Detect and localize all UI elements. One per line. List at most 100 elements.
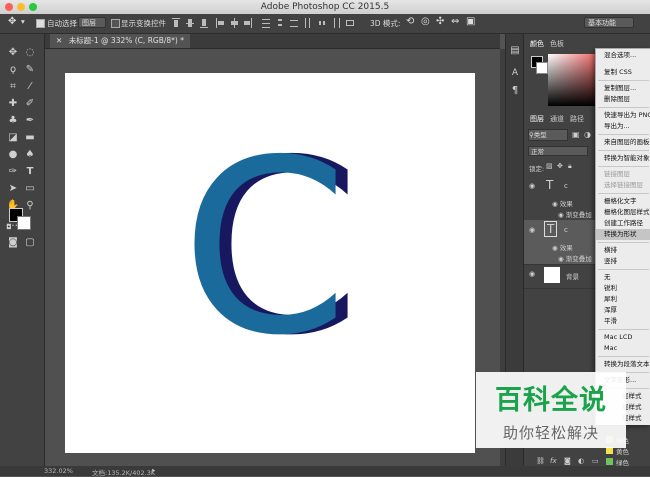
distribute-vcenter-icon[interactable]	[276, 18, 284, 28]
lasso-tool-icon[interactable]: ϙ	[6, 63, 20, 77]
tool-preset-chevron-icon[interactable]: ▾	[21, 17, 25, 26]
menu-item-convert-paragraph-text[interactable]: 转换为段落文本	[596, 359, 650, 370]
eyedropper-tool-icon[interactable]: ⁄	[23, 80, 37, 94]
menu-item-blending-options[interactable]: 混合选项...	[596, 50, 650, 61]
align-top-icon[interactable]	[172, 18, 180, 28]
align-right-icon[interactable]	[244, 18, 252, 28]
history-panel-icon[interactable]: ▤	[508, 44, 522, 58]
distribute-top-icon[interactable]	[262, 18, 270, 28]
menu-item-aa-none[interactable]: 无	[596, 272, 650, 283]
menu-item-create-work-path[interactable]: 创建工作路径	[596, 218, 650, 229]
distribute-bottom-icon[interactable]	[290, 18, 298, 28]
auto-align-icon[interactable]	[346, 18, 354, 28]
menu-item-aa-crisp[interactable]: 犀利	[596, 294, 650, 305]
clone-stamp-tool-icon[interactable]: ♣	[6, 114, 20, 128]
zoom-tool-icon[interactable]: ⚲	[23, 199, 37, 213]
menu-item-aa-smooth[interactable]: 平滑	[596, 316, 650, 327]
quick-select-tool-icon[interactable]: ✎	[23, 63, 37, 77]
healing-brush-tool-icon[interactable]: ✚	[6, 97, 20, 111]
paths-tab[interactable]: 路径	[570, 114, 584, 124]
visibility-eye-icon[interactable]: ◉	[529, 226, 535, 234]
eraser-tool-icon[interactable]: ◪	[6, 131, 20, 145]
menu-item-export-as[interactable]: 导出为...	[596, 121, 650, 132]
menu-item-copy-css[interactable]: 复制 CSS	[596, 67, 650, 78]
swatch-yellow[interactable]	[606, 447, 613, 454]
3d-roll-icon[interactable]: ◎	[421, 16, 430, 27]
menu-item-mac[interactable]: Mac	[596, 343, 650, 354]
menu-item-horizontal[interactable]: 横排	[596, 245, 650, 256]
3d-slide-icon[interactable]: ⇔	[451, 16, 459, 27]
rectangle-tool-icon[interactable]: ▭	[23, 182, 37, 196]
align-hcenter-icon[interactable]	[230, 18, 238, 28]
visibility-eye-icon[interactable]: ◉	[529, 270, 535, 278]
menu-item-vertical[interactable]: 竖排	[596, 256, 650, 267]
menu-item-artboard-from-layers[interactable]: 来自图层的画板...	[596, 137, 650, 148]
layer-effect-gradient[interactable]: ◉ 渐变叠加	[558, 253, 592, 263]
align-bottom-icon[interactable]	[200, 18, 208, 28]
character-panel-icon[interactable]: A	[508, 66, 522, 80]
default-colors-icon[interactable]: ◘	[2, 220, 16, 234]
zoom-readout[interactable]: 332.02%	[44, 467, 73, 475]
background-color-swatch[interactable]	[17, 216, 31, 230]
visibility-eye-icon[interactable]: ◉	[529, 182, 535, 190]
menu-item-mac-lcd[interactable]: Mac LCD	[596, 332, 650, 343]
path-select-tool-icon[interactable]: ➤	[6, 182, 20, 196]
new-group-icon[interactable]: ▭	[592, 457, 599, 465]
align-left-icon[interactable]	[216, 18, 224, 28]
filter-pixel-icon[interactable]: ▣	[572, 130, 580, 139]
layers-tab[interactable]: 图层	[530, 114, 544, 124]
blend-mode-dropdown[interactable]: 正常	[528, 146, 588, 156]
menu-item-convert-to-shape[interactable]: 转换为形状	[596, 229, 650, 240]
menu-item-convert-smart-object[interactable]: 转换为智能对象	[596, 153, 650, 164]
move-tool-icon[interactable]: ✥	[6, 46, 20, 60]
align-vcenter-icon[interactable]	[186, 18, 194, 28]
lock-all-icon[interactable]: 🔒︎	[568, 162, 572, 171]
paragraph-panel-icon[interactable]: ¶	[508, 84, 522, 98]
swatch-green[interactable]	[606, 458, 613, 465]
menu-item-rasterize-layer-style[interactable]: 栅格化图层样式	[596, 207, 650, 218]
filter-adjust-icon[interactable]: ◑	[584, 130, 591, 139]
channels-tab[interactable]: 通道	[550, 114, 564, 124]
move-tool-icon[interactable]: ✥	[8, 16, 16, 27]
distribute-hcenter-icon[interactable]	[318, 18, 326, 28]
lock-position-icon[interactable]: ✥	[557, 162, 563, 170]
marquee-tool-icon[interactable]: ◌	[23, 46, 37, 60]
pen-tool-icon[interactable]: ✑	[6, 165, 20, 179]
layer-effect-gradient[interactable]: ◉ 渐变叠加	[558, 209, 592, 219]
menu-item-duplicate-layer[interactable]: 复制图层...	[596, 83, 650, 94]
distribute-right-icon[interactable]	[332, 18, 340, 28]
workspace-dropdown[interactable]: 基本功能	[584, 17, 634, 28]
distribute-left-icon[interactable]	[304, 18, 312, 28]
color-tab[interactable]: 颜色	[530, 39, 544, 49]
link-layers-icon[interactable]: ⛓︎	[536, 457, 545, 465]
menu-item-aa-sharp[interactable]: 锐利	[596, 283, 650, 294]
crop-tool-icon[interactable]: ⌗	[6, 80, 20, 94]
auto-select-dropdown[interactable]: 图层	[78, 17, 106, 28]
screen-mode-icon[interactable]: ▢	[23, 236, 37, 250]
menu-item-rasterize-type[interactable]: 栅格化文字	[596, 196, 650, 207]
layer-style-icon[interactable]: fx	[550, 457, 557, 465]
3d-pan-icon[interactable]: ✣	[436, 16, 444, 27]
type-tool-icon[interactable]: T	[23, 165, 37, 179]
menu-item-delete-layer[interactable]: 删除图层	[596, 94, 650, 105]
document-canvas[interactable]: C C	[65, 73, 475, 453]
menu-item-aa-strong[interactable]: 浑厚	[596, 305, 650, 316]
brush-tool-icon[interactable]: ✐	[23, 97, 37, 111]
status-menu-icon[interactable]: ▸	[152, 466, 155, 474]
quick-mask-icon[interactable]: ◙	[6, 236, 20, 250]
close-tab-icon[interactable]: ✕	[56, 36, 62, 45]
document-tab[interactable]: ✕ 未标题-1 @ 332% (C, RGB/8*) *	[50, 34, 190, 48]
add-mask-icon[interactable]: ◙	[564, 457, 571, 465]
swatches-tab[interactable]: 色板	[550, 39, 564, 49]
menu-item-quick-export-png[interactable]: 快速导出为 PNG	[596, 110, 650, 121]
3d-rotate-icon[interactable]: ⟲	[406, 16, 414, 27]
auto-select-checkbox[interactable]	[36, 19, 45, 28]
lock-pixels-icon[interactable]: ▨	[546, 162, 553, 170]
show-transform-checkbox[interactable]	[111, 19, 120, 28]
3d-scale-icon[interactable]: ▣	[466, 16, 475, 27]
dodge-tool-icon[interactable]: ♠	[23, 148, 37, 162]
blur-tool-icon[interactable]: ●	[6, 148, 20, 162]
layer-filter-dropdown[interactable]: ⚲类型	[528, 129, 568, 141]
color-panel-background[interactable]	[536, 62, 548, 74]
new-adjustment-icon[interactable]: ◐	[578, 457, 584, 465]
